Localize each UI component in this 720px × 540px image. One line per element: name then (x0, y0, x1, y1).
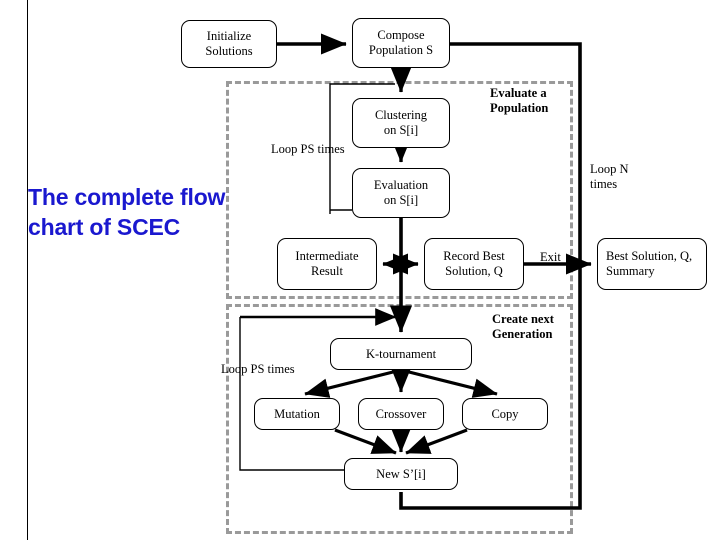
node-label: K-tournament (365, 346, 437, 361)
label-evaluate-a-population: Evaluate a Population (490, 86, 549, 115)
node-record-best[interactable]: Record Best Solution, Q (424, 238, 524, 290)
node-intermediate[interactable]: Intermediate Result (277, 238, 377, 290)
node-mutation[interactable]: Mutation (254, 398, 340, 430)
node-label: Intermediate Result (295, 249, 359, 278)
label-loop-n-times: Loop N times (590, 162, 629, 191)
node-label: New S’[i] (376, 466, 426, 481)
node-new-s[interactable]: New S’[i] (344, 458, 458, 490)
label-loop-ps-times-bottom: Loop PS times (221, 362, 295, 376)
node-compose[interactable]: Compose Population S (352, 18, 450, 68)
node-label: Initialize Solutions (205, 29, 253, 58)
node-label: Clustering on S[i] (374, 108, 428, 137)
label-loop-ps-times-top: Loop PS times (271, 142, 345, 156)
node-initialize[interactable]: Initialize Solutions (181, 20, 277, 68)
label-create-next-generation: Create next Generation (492, 312, 554, 341)
node-label: Compose Population S (368, 28, 434, 57)
node-label: Evaluation on S[i] (373, 178, 429, 207)
node-evaluation[interactable]: Evaluation on S[i] (352, 168, 450, 218)
slide-canvas: Initialize Solutions Compose Population S… (0, 0, 720, 540)
node-k-tournament[interactable]: K-tournament (330, 338, 472, 370)
node-clustering[interactable]: Clustering on S[i] (352, 98, 450, 148)
node-label: Mutation (274, 406, 320, 421)
node-label: Record Best Solution, Q (443, 249, 505, 278)
label-exit: Exit (540, 250, 561, 264)
node-best-solution[interactable]: Best Solution, Q, Summary (597, 238, 707, 290)
node-label: Copy (491, 406, 519, 421)
page-title: The complete flow chart of SCEC (28, 184, 226, 240)
left-margin-rule (27, 0, 28, 540)
node-copy[interactable]: Copy (462, 398, 548, 430)
node-label: Crossover (375, 406, 427, 421)
node-crossover[interactable]: Crossover (358, 398, 444, 430)
node-label: Best Solution, Q, Summary (606, 249, 693, 278)
